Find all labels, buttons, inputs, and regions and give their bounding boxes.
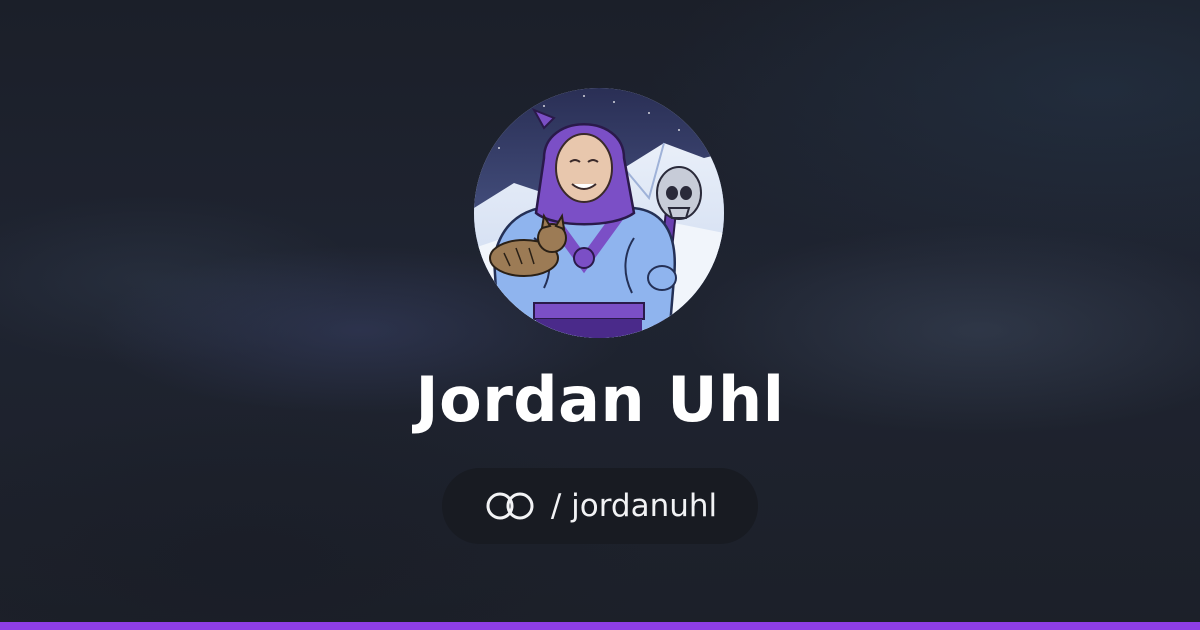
handle-text: / jordanuhl (551, 488, 717, 524)
profile-name: Jordan Uhl (415, 363, 785, 436)
handle-username: jordanuhl (571, 488, 718, 524)
handle-link-button[interactable]: / jordanuhl (442, 468, 758, 544)
handle-separator: / (550, 488, 562, 524)
linked-rings-icon (486, 492, 534, 520)
profile-avatar (474, 88, 724, 338)
bottom-accent-bar (0, 622, 1200, 630)
avatar-illustration (474, 88, 724, 338)
